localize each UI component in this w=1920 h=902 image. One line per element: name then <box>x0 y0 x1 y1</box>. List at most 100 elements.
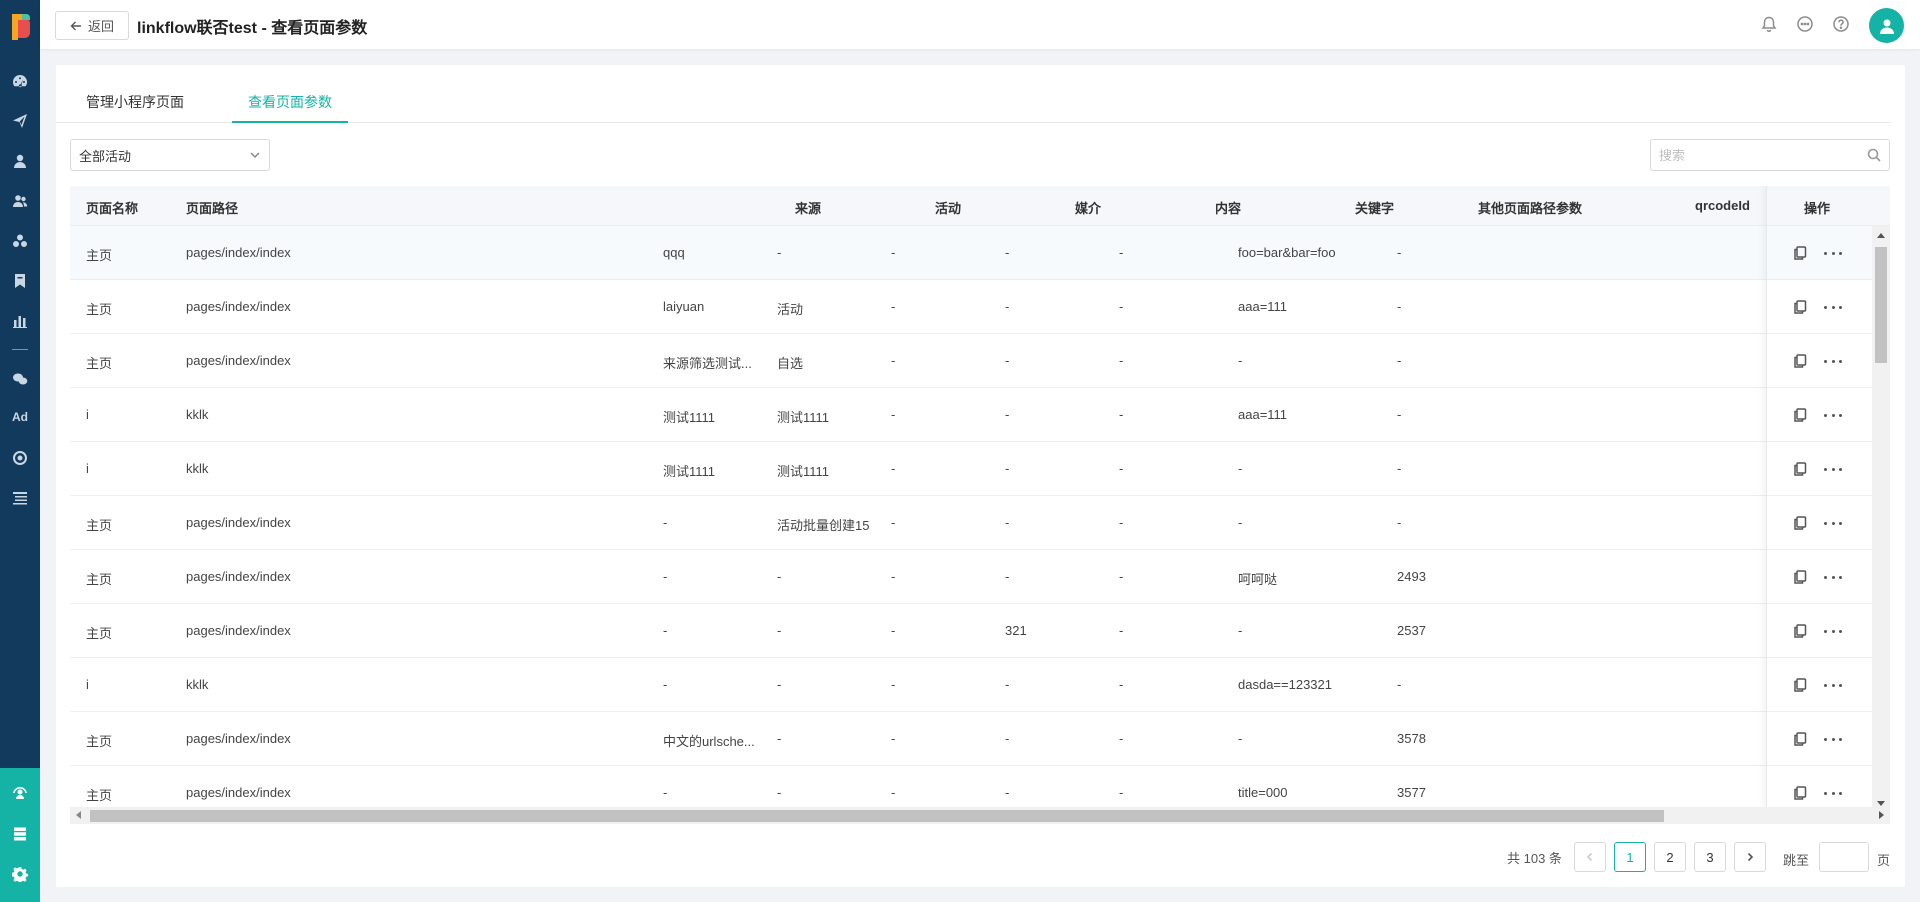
cell-qrcode-id: - <box>1397 407 1402 422</box>
table-row[interactable]: i kklk 测试1111 测试1111 - - - aaa=111 - <box>70 388 1890 442</box>
table-row[interactable]: 主页 pages/index/index - - - 321 - - 2537 <box>70 604 1890 658</box>
activity-select[interactable]: 全部活动 <box>70 139 270 171</box>
scroll-up-arrow[interactable] <box>1877 233 1885 238</box>
cell-activity: 测试1111 <box>777 410 830 425</box>
page-button-1[interactable]: 1 <box>1614 842 1646 872</box>
cell-activity: 测试1111 <box>777 464 830 479</box>
cell-activity: - <box>777 245 782 260</box>
server-icon[interactable] <box>10 824 30 844</box>
col-medium: 媒介 <box>1075 201 1102 216</box>
copy-icon[interactable] <box>1793 732 1809 748</box>
users-icon[interactable] <box>10 191 30 211</box>
dashboard-icon[interactable] <box>10 71 30 91</box>
tab-bar: 管理小程序页面 查看页面参数 <box>56 65 1891 123</box>
segments-icon[interactable] <box>10 231 30 251</box>
ad-icon[interactable]: Ad <box>10 407 30 427</box>
copy-icon[interactable] <box>1793 786 1809 802</box>
list-icon[interactable] <box>10 488 30 508</box>
scroll-right-arrow[interactable] <box>1879 811 1884 819</box>
avatar[interactable] <box>1869 8 1904 43</box>
copy-icon[interactable] <box>1793 462 1809 478</box>
wechat-icon[interactable] <box>10 369 30 389</box>
target-icon[interactable] <box>10 448 30 468</box>
table-row[interactable]: 主页 pages/index/index laiyuan 活动 - - - aaa=111 - <box>70 280 1890 334</box>
table-row[interactable]: 主页 pages/index/index - - - - - 呵呵哒 2493 <box>70 550 1890 604</box>
cell-page-name: 主页 <box>86 302 113 317</box>
search-icon[interactable] <box>1867 148 1881 162</box>
more-options-icon[interactable] <box>1824 245 1842 261</box>
horizontal-scroll-thumb[interactable] <box>90 810 1664 822</box>
more-options-icon[interactable] <box>1824 353 1842 369</box>
bar-chart-icon[interactable] <box>10 311 30 331</box>
tab-manage-pages[interactable]: 管理小程序页面 <box>86 92 184 112</box>
table-row[interactable]: i kklk - - - - - dasda==123321 - <box>70 658 1890 712</box>
search-input[interactable] <box>1651 140 1851 170</box>
settings-icon[interactable] <box>10 864 30 884</box>
cell-page-path: pages/index/index <box>186 245 291 260</box>
cell-source: 测试1111 <box>663 464 716 479</box>
next-page-button[interactable] <box>1734 842 1766 872</box>
more-options-icon[interactable] <box>1824 623 1842 639</box>
cell-page-name: 主页 <box>86 518 113 533</box>
help-icon[interactable] <box>1832 15 1850 33</box>
cell-content: - <box>1005 407 1010 422</box>
cell-qrcode-id: - <box>1397 677 1402 692</box>
col-page-name: 页面名称 <box>86 201 139 216</box>
cell-activity: - <box>777 623 782 638</box>
send-icon[interactable] <box>10 111 30 131</box>
cell-page-name: 主页 <box>86 572 113 587</box>
more-options-icon[interactable] <box>1824 569 1842 585</box>
cell-page-name: 主页 <box>86 734 113 749</box>
col-source: 来源 <box>795 201 822 216</box>
bookmark-icon[interactable] <box>10 271 30 291</box>
team-icon[interactable] <box>10 784 30 804</box>
page-button-2[interactable]: 2 <box>1654 842 1686 872</box>
horizontal-scrollbar[interactable] <box>70 807 1890 824</box>
more-options-icon[interactable] <box>1824 677 1842 693</box>
copy-icon[interactable] <box>1793 246 1809 262</box>
scroll-left-arrow[interactable] <box>76 811 81 819</box>
col-keyword: 关键字 <box>1355 201 1395 216</box>
cell-page-path: pages/index/index <box>186 731 291 746</box>
table-row[interactable]: 主页 pages/index/index qqq - - - - foo=bar&bar=fo… <box>70 226 1890 280</box>
back-button[interactable]: 返回 <box>55 11 129 40</box>
tab-view-page-params[interactable]: 查看页面参数 <box>248 92 332 112</box>
cell-source: - <box>663 677 668 692</box>
table-row[interactable]: 主页 pages/index/index 来源筛选测试... 自选 - - - - - <box>70 334 1890 388</box>
copy-icon[interactable] <box>1793 516 1809 532</box>
more-options-icon[interactable] <box>1824 407 1842 423</box>
scroll-down-arrow[interactable] <box>1877 801 1885 806</box>
cell-page-name: 主页 <box>86 356 113 371</box>
prev-page-button[interactable] <box>1574 842 1606 872</box>
more-options-icon[interactable] <box>1824 731 1842 747</box>
copy-icon[interactable] <box>1793 354 1809 370</box>
page-params-table: 页面名称 页面路径 来源 活动 媒介 内容 关键字 其他页面路径参数 qrcod… <box>70 186 1890 824</box>
main-card: 管理小程序页面 查看页面参数 全部活动 页面名称 页面路径 来源 活动 媒介 内… <box>56 65 1905 887</box>
bell-icon[interactable] <box>1760 15 1778 33</box>
more-options-icon[interactable] <box>1824 515 1842 531</box>
message-icon[interactable] <box>1796 15 1814 33</box>
chevron-right-icon <box>1747 852 1754 862</box>
vertical-scroll-thumb[interactable] <box>1875 247 1887 363</box>
table-row[interactable]: 主页 pages/index/index 中文的urlsche... - - - - - 357… <box>70 712 1890 766</box>
copy-icon[interactable] <box>1793 300 1809 316</box>
table-row[interactable]: i kklk 测试1111 测试1111 - - - - - <box>70 442 1890 496</box>
cell-activity: - <box>777 569 782 584</box>
page-button-3[interactable]: 3 <box>1694 842 1726 872</box>
copy-icon[interactable] <box>1793 408 1809 424</box>
sidebar-bottom-panel <box>0 768 40 902</box>
cell-source: - <box>663 569 668 584</box>
more-options-icon[interactable] <box>1824 785 1842 801</box>
more-options-icon[interactable] <box>1824 299 1842 315</box>
table-row[interactable]: 主页 pages/index/index - 活动批量创建15 - - - - - <box>70 496 1890 550</box>
user-icon[interactable] <box>10 151 30 171</box>
more-options-icon[interactable] <box>1824 461 1842 477</box>
app-logo[interactable] <box>8 12 32 42</box>
vertical-scrollbar[interactable] <box>1872 226 1890 811</box>
jump-to-input[interactable] <box>1820 843 1868 871</box>
cell-page-path: pages/index/index <box>186 353 291 368</box>
activity-select-value: 全部活动 <box>79 148 132 164</box>
copy-icon[interactable] <box>1793 678 1809 694</box>
copy-icon[interactable] <box>1793 570 1809 586</box>
copy-icon[interactable] <box>1793 624 1809 640</box>
